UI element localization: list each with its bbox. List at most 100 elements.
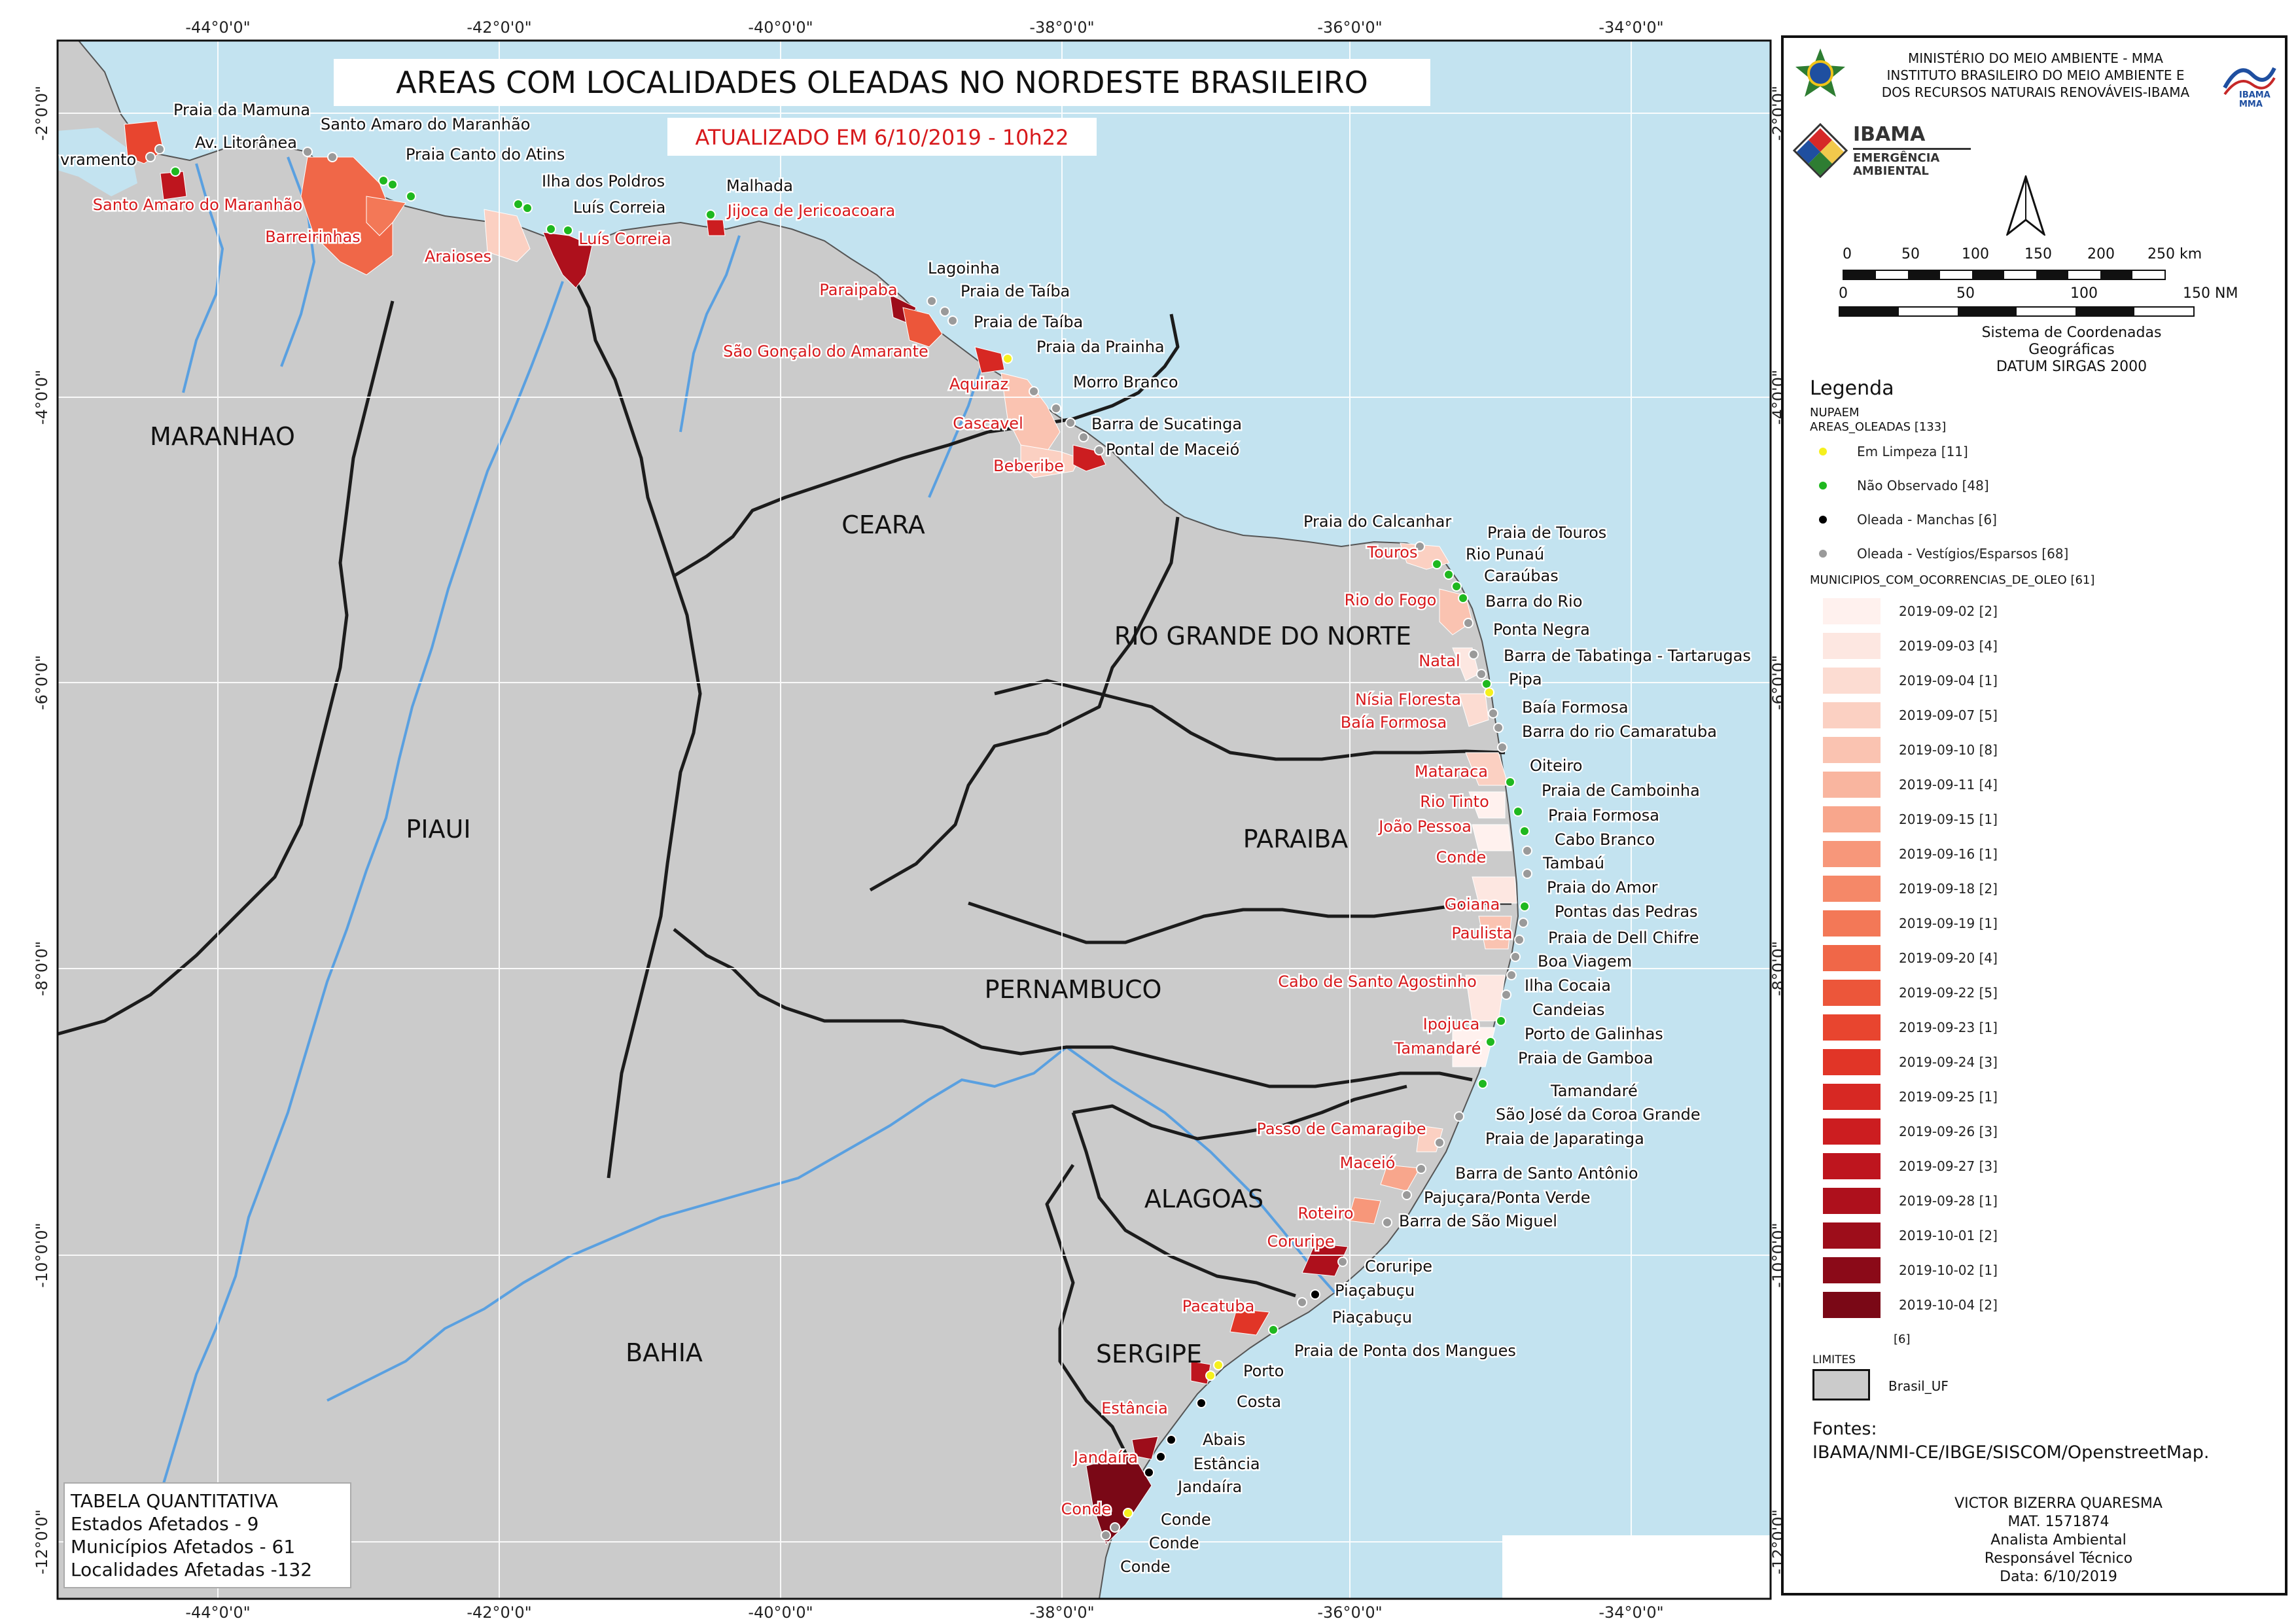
locality-label: Praia de Gamboa — [1518, 1049, 1653, 1067]
lon-label: -38°0'0" — [1029, 18, 1094, 37]
legend-swatch — [1823, 1049, 1881, 1075]
polygon-legend-label: 2019-09-03 [4] — [1899, 638, 1998, 654]
state-label: SERGIPE — [1096, 1340, 1202, 1368]
legend-swatch — [1823, 1222, 1881, 1249]
polygon-legend-item: 2019-09-25 [1] — [1823, 1084, 1998, 1110]
locality-label: Porto de Galinhas — [1525, 1025, 1663, 1043]
locality-label: Luís Correia — [573, 198, 665, 217]
municipality-label: Conde — [1436, 848, 1487, 866]
point-legend-item: Não Observado [48] — [1819, 478, 1989, 493]
polygon-legend-item: 2019-09-02 [2] — [1823, 598, 1998, 624]
polygon-legend-item: 2019-09-16 [1] — [1823, 841, 1998, 867]
locality-point-marker — [1434, 1137, 1445, 1148]
locality-point-marker — [940, 306, 950, 317]
locality-point-marker — [1476, 669, 1487, 679]
lon-label: -42°0'0" — [467, 18, 531, 37]
lat-label: -4°0'0" — [33, 370, 51, 425]
municipality-label: Paulista — [1451, 924, 1512, 942]
locality-point-marker — [1297, 1297, 1307, 1308]
locality-point-marker — [1513, 806, 1523, 817]
locality-label: Caraúbas — [1484, 567, 1559, 585]
locality-label: Praia de Touros — [1487, 524, 1606, 542]
polygon-legend-label: 2019-09-27 [3] — [1899, 1158, 1998, 1174]
legend-swatch — [1823, 876, 1881, 902]
locality-point-marker — [1123, 1508, 1133, 1518]
state-label: ALAGOAS — [1144, 1185, 1263, 1213]
locality-point-marker — [1432, 559, 1442, 569]
polygon-legend-item: 2019-09-18 [2] — [1823, 876, 1998, 902]
locality-point-marker — [1506, 970, 1517, 980]
scale-nm-label: 50 — [1956, 285, 1975, 302]
inset-blank — [1502, 1535, 1771, 1599]
locality-point-marker — [154, 144, 165, 154]
hazard-diamond-icon — [1792, 122, 1848, 179]
municipality-label: Cascavel — [953, 414, 1023, 433]
point-marker-icon — [1819, 550, 1827, 558]
locality-label: Ilha Cocaia — [1525, 976, 1611, 995]
municipality-label: Rio do Fogo — [1345, 591, 1437, 609]
legend-swatch — [1823, 772, 1881, 798]
summary-row: Estados Afetados - 9 — [71, 1513, 258, 1535]
legend-group-label: MUNICIPIOS_COM_OCORRENCIAS_DE_OLEO [61] — [1810, 573, 2095, 587]
locality-point-marker — [1510, 952, 1521, 962]
locality-point-marker — [1493, 722, 1504, 733]
locality-point-marker — [145, 152, 156, 162]
locality-label: Morro Branco — [1073, 373, 1178, 391]
polygon-legend-item: 2019-09-22 [5] — [1823, 980, 1998, 1006]
locality-label: Ilha dos Poldros — [542, 172, 665, 190]
locality-point-marker — [1505, 777, 1515, 787]
point-legend-label: Oleada - Manchas [6] — [1857, 512, 1997, 527]
locality-point-marker — [302, 147, 313, 157]
brazil-coat-of-arms-logo — [1792, 46, 1849, 103]
map-subtitle: ATUALIZADO EM 6/10/2019 - 10h22 — [695, 125, 1069, 150]
legend-swatch — [1823, 980, 1881, 1006]
locality-label: Barra de São Miguel — [1399, 1212, 1557, 1230]
locality-point-marker — [1402, 1190, 1412, 1200]
locality-label: Praia do Amor — [1547, 878, 1658, 897]
locality-label: Praia de Taíba — [974, 313, 1083, 331]
polygon-legend-item: 2019-09-19 [1] — [1823, 910, 1998, 936]
locality-point-marker — [1101, 1530, 1111, 1541]
locality-point-marker — [513, 199, 523, 209]
locality-label: Praia Formosa — [1548, 806, 1659, 825]
sources-title: Fontes: — [1812, 1419, 1877, 1439]
lat-label: -6°0'0" — [33, 655, 51, 710]
polygon-legend-label: 2019-09-04 [1] — [1899, 673, 1998, 688]
polygon-legend-label: 2019-09-26 [3] — [1899, 1124, 1998, 1139]
side-panel: MINISTÉRIO DO MEIO AMBIENTE - MMA INSTIT… — [1781, 35, 2287, 1596]
polygon-legend-label: 2019-10-04 [2] — [1899, 1297, 1998, 1313]
lat-label: -2°0'0" — [33, 86, 51, 141]
municipality-label: Santo Amaro do Maranhão — [93, 196, 302, 214]
municipality-label: Maceió — [1340, 1154, 1396, 1172]
locality-point-marker — [1501, 990, 1511, 1000]
scale-km-label: 150 — [2024, 246, 2052, 262]
municipality-label: São Gonçalo do Amarante — [723, 342, 928, 361]
locality-point-marker — [1477, 1079, 1488, 1089]
legend-extra-count: [6] — [1894, 1332, 1911, 1346]
locality-point-marker — [1496, 1016, 1506, 1026]
lat-label: -8°0'0" — [33, 941, 51, 996]
lat-label: -12°0'0" — [33, 1509, 51, 1574]
polygon-legend-item: 2019-10-02 [1] — [1823, 1257, 1998, 1283]
lon-label: -42°0'0" — [467, 1603, 531, 1622]
locality-point-marker — [1213, 1360, 1224, 1370]
locality-point-marker — [1468, 649, 1479, 660]
legend-group-label: AREAS_OLEADAS [133] — [1810, 420, 1947, 434]
crs-line: Geográficas — [2028, 342, 2115, 358]
locality-label: Av. Litorânea — [195, 134, 297, 152]
locality-label: Jandaíra — [1176, 1478, 1242, 1496]
polygon-legend-label: 2019-10-02 [1] — [1899, 1262, 1998, 1278]
legend-swatch — [1823, 841, 1881, 867]
municipality-label: Jandaíra — [1072, 1448, 1138, 1467]
locality-label: Conde — [1120, 1558, 1171, 1576]
state-label: PIAUI — [406, 815, 470, 844]
scale-nm-label: 150 NM — [2183, 285, 2238, 302]
municipality-label: Roteiro — [1298, 1204, 1353, 1222]
polygon-legend-item: 2019-09-11 [4] — [1823, 772, 1998, 798]
point-legend-item: Em Limpeza [11] — [1819, 444, 1968, 459]
emergency-logo: IBAMA EMERGÊNCIA AMBIENTAL — [1792, 122, 1971, 182]
locality-point-marker — [1443, 569, 1454, 580]
locality-point-marker — [1416, 1164, 1426, 1174]
point-legend-label: Em Limpeza [11] — [1857, 444, 1968, 459]
map-area[interactable] — [56, 39, 1772, 1600]
